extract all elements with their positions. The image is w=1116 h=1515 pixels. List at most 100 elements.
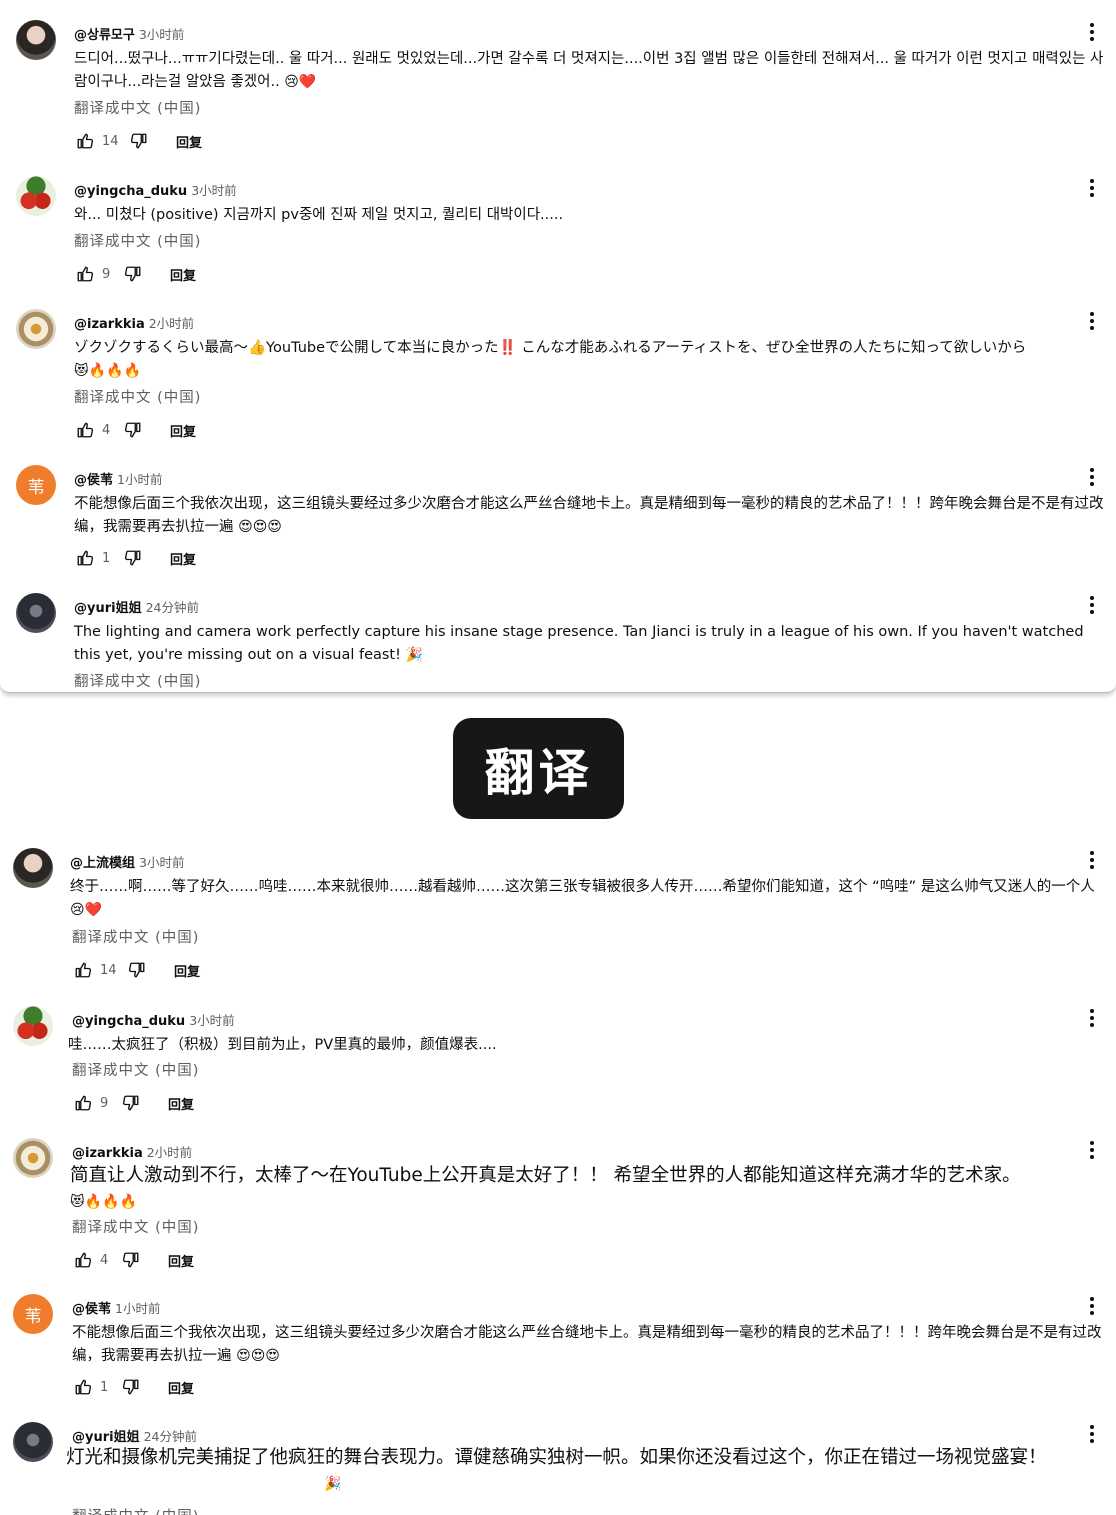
avatar[interactable] [13,848,53,888]
thumbs-down-icon[interactable] [122,419,144,441]
comment-text: 简直让人激动到不行，太棒了～在YouTube上公开真是太好了！！ 希望全世界的人… [70,1165,1021,1210]
timestamp[interactable]: 2小时前 [147,1145,192,1160]
thumbs-down-icon[interactable] [120,1092,142,1114]
emoji: 😢❤️ [70,902,103,918]
comment-header: @yingcha_duku 3小时前 [72,1010,235,1029]
more-options-icon[interactable] [1086,1425,1098,1445]
translate-link[interactable]: 翻译成中文 (中国) [74,230,201,251]
avatar[interactable] [13,1006,53,1046]
more-options-icon[interactable] [1086,1009,1098,1029]
translate-link[interactable]: 翻译成中文 (中国) [74,97,201,118]
comment-header: @상류모구 3小时前 [74,24,184,43]
comment-actions: 1 回复 [74,547,196,569]
translate-link[interactable]: 翻译成中文 (中国) [72,1505,199,1515]
avatar[interactable] [16,20,56,60]
timestamp[interactable]: 24分钟前 [144,1429,197,1444]
thumbs-up-icon[interactable] [72,959,94,981]
comment-text: 드디어...떴구나...ㅠㅠ기다렸는데.. 울 따거... 원래도 멋있었는데.… [74,51,1104,90]
reply-button[interactable]: 回复 [174,961,200,980]
thumbs-up-icon[interactable] [72,1376,94,1398]
like-count: 14 [100,962,117,978]
emoji: 😢❤️ [284,74,317,90]
author-name[interactable]: @izarkkia [72,1146,143,1161]
thumbs-up-icon[interactable] [74,547,96,569]
avatar[interactable]: 苇 [13,1294,53,1334]
avatar[interactable] [13,1422,53,1462]
avatar[interactable] [16,593,56,633]
author-name[interactable]: @yuri姐姐 [74,601,142,616]
emoji: 😻🔥🔥🔥 [70,1194,137,1210]
author-name[interactable]: @yingcha_duku [72,1014,185,1029]
author-name[interactable]: @侯苇 [74,473,113,488]
thumbs-down-icon[interactable] [122,547,144,569]
thumbs-down-icon[interactable] [122,263,144,285]
comment-actions: 1 回复 [72,1376,194,1398]
comment-header: @yuri姐姐 24分钟前 [74,597,199,616]
comment-header: @上流模组 3小时前 [70,852,184,871]
timestamp[interactable]: 3小时前 [191,183,236,198]
comment-text: 哇……太疯狂了（积极）到目前为止，PV里真的最帅，颜值爆表.... [68,1037,497,1053]
avatar[interactable] [16,309,56,349]
avatar[interactable] [16,176,56,216]
timestamp[interactable]: 2小时前 [149,316,194,331]
timestamp[interactable]: 24分钟前 [146,600,199,615]
author-name[interactable]: @上流模组 [70,856,135,871]
original-comments-panel: @상류모구 3小时前 드디어...떴구나...ㅠㅠ기다렸는데.. 울 따거... … [0,0,1116,693]
thumbs-down-icon[interactable] [120,1376,142,1398]
like-count: 4 [100,1252,109,1268]
comment-text: 不能想像后面三个我依次出现，这三组镜头要经过多少次磨合才能这么严丝合缝地卡上。真… [74,496,1104,535]
comment-actions: 4 回复 [74,419,196,441]
author-name[interactable]: @상류모구 [74,28,135,43]
like-count: 14 [102,133,119,149]
more-options-icon[interactable] [1086,468,1098,488]
emoji: 😻🔥🔥🔥 [74,363,141,379]
comment-header: @izarkkia 2小时前 [74,313,194,332]
reply-button[interactable]: 回复 [168,1378,194,1397]
reply-button[interactable]: 回复 [170,549,196,568]
translate-link[interactable]: 翻译成中文 (中国) [74,386,201,407]
more-options-icon[interactable] [1086,1297,1098,1317]
reply-button[interactable]: 回复 [170,421,196,440]
author-name[interactable]: @yuri姐姐 [72,1430,140,1445]
thumbs-down-icon[interactable] [126,959,148,981]
reply-button[interactable]: 回复 [176,132,202,151]
more-options-icon[interactable] [1086,23,1098,43]
avatar[interactable] [13,1138,53,1178]
comment-text: 终于……啊……等了好久……呜哇……本来就很帅……越看越帅……这次第三张专辑被很多… [70,879,1095,918]
comment-text: 不能想像后面三个我依次出现，这三组镜头要经过多少次磨合才能这么严丝合缝地卡上。真… [72,1325,1102,1364]
more-options-icon[interactable] [1086,851,1098,871]
translate-link[interactable]: 翻译成中文 (中国) [72,926,199,947]
translate-link[interactable]: 翻译成中文 (中国) [72,1216,199,1237]
thumbs-down-icon[interactable] [128,130,150,152]
more-options-icon[interactable] [1086,312,1098,332]
author-name[interactable]: @izarkkia [74,317,145,332]
comment-text: The lighting and camera work perfectly c… [74,624,1084,663]
reply-button[interactable]: 回复 [170,265,196,284]
thumbs-up-icon[interactable] [72,1092,94,1114]
comment-actions: 4 回复 [72,1249,194,1271]
more-options-icon[interactable] [1086,1141,1098,1161]
more-options-icon[interactable] [1086,179,1098,199]
emoji: 🎉 [324,1476,342,1492]
emoji: 🎉 [405,647,423,663]
timestamp[interactable]: 1小时前 [117,472,162,487]
timestamp[interactable]: 3小时前 [139,855,184,870]
more-options-icon[interactable] [1086,596,1098,616]
author-name[interactable]: @侯苇 [72,1302,111,1317]
translate-link[interactable]: 翻译成中文 (中国) [72,1059,199,1080]
timestamp[interactable]: 3小时前 [139,27,184,42]
thumbs-up-icon[interactable] [74,419,96,441]
timestamp[interactable]: 1小时前 [115,1301,160,1316]
thumbs-up-icon[interactable] [74,263,96,285]
comment-text: ゾクゾクするくらい最高～👍YouTubeで公開して本当に良かった‼️ こんな才能… [74,340,1027,379]
timestamp[interactable]: 3小时前 [189,1013,234,1028]
reply-button[interactable]: 回复 [168,1094,194,1113]
comment-header: @izarkkia 2小时前 [72,1142,192,1161]
author-name[interactable]: @yingcha_duku [74,184,187,199]
translate-link[interactable]: 翻译成中文 (中国) [74,670,201,691]
reply-button[interactable]: 回复 [168,1251,194,1270]
thumbs-up-icon[interactable] [74,130,96,152]
thumbs-down-icon[interactable] [120,1249,142,1271]
thumbs-up-icon[interactable] [72,1249,94,1271]
avatar[interactable]: 苇 [16,465,56,505]
